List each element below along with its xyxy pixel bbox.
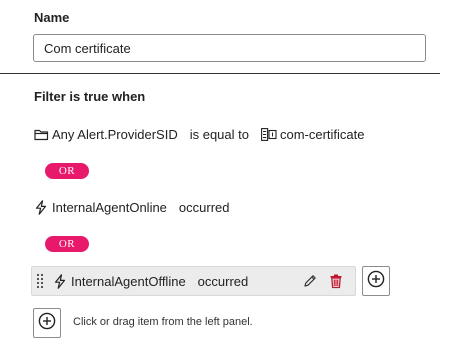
filter-heading: Filter is true when <box>34 89 146 104</box>
or-connector-2[interactable]: OR <box>45 236 89 252</box>
condition-row-3[interactable]: InternalAgentOffline occurred <box>31 266 356 296</box>
condition-row-2[interactable]: InternalAgentOnline occurred <box>33 199 230 215</box>
folder-icon <box>33 126 49 142</box>
drag-handle-icon[interactable] <box>36 273 44 289</box>
section-divider <box>0 73 440 74</box>
condition-row-1[interactable]: Any Alert.ProviderSID is equal to com-ce… <box>33 126 365 142</box>
or-connector-1[interactable]: OR <box>45 163 89 179</box>
drop-hint-text: Click or drag item from the left panel. <box>73 316 253 328</box>
condition-operator: is equal to <box>189 126 249 142</box>
lightning-icon <box>52 273 68 289</box>
add-item-button[interactable] <box>33 308 61 338</box>
value-type-icon <box>261 126 277 142</box>
condition-subject: Any Alert.ProviderSID <box>52 126 178 142</box>
edit-icon[interactable] <box>302 273 318 289</box>
name-label: Name <box>34 10 70 25</box>
plus-circle-icon <box>38 312 56 335</box>
condition-value: com-certificate <box>279 126 365 142</box>
lightning-icon <box>33 199 49 215</box>
add-condition-button[interactable] <box>362 266 390 296</box>
condition-subject: InternalAgentOnline <box>52 199 167 215</box>
plus-circle-icon <box>367 270 385 293</box>
trash-icon[interactable] <box>328 273 344 289</box>
condition-operator: occurred <box>178 199 230 215</box>
name-input[interactable] <box>33 34 426 62</box>
condition-operator: occurred <box>197 273 249 289</box>
condition-subject: InternalAgentOffline <box>71 273 186 289</box>
